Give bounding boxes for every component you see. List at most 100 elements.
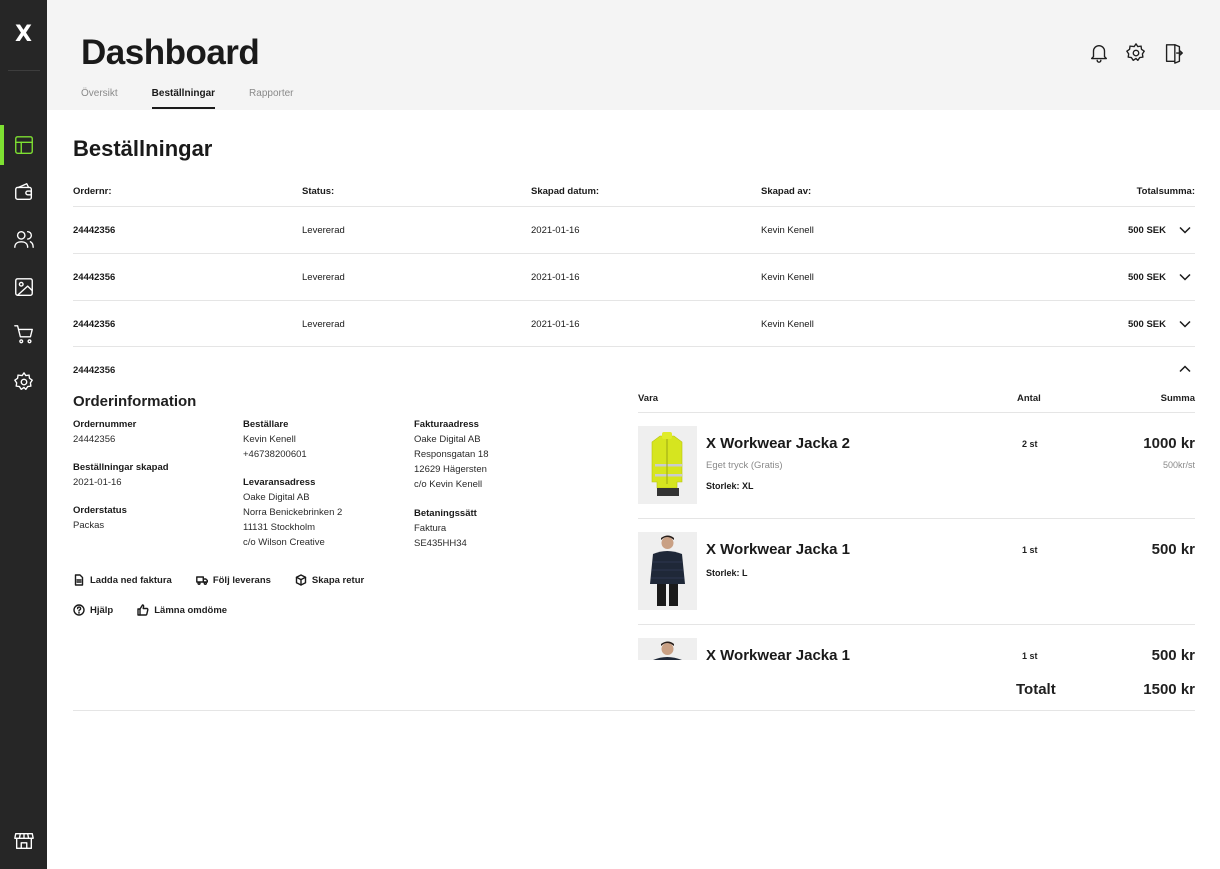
notifications-button[interactable] <box>1088 42 1110 64</box>
order-total: 500 SEK <box>1127 272 1166 283</box>
order-actions-row-1: Ladda ned faktura Följ leverans Skapa re… <box>73 574 388 586</box>
image-icon <box>14 278 33 296</box>
tab-rapporter[interactable]: Rapporter <box>249 88 293 109</box>
order-date: 2021-01-16 <box>531 272 580 283</box>
product-image <box>638 638 697 660</box>
table-row[interactable]: 24442356 Levererad 2021-01-16 Kevin Kene… <box>73 253 1195 300</box>
order-created-by: Kevin Kenell <box>761 319 814 330</box>
col-created-by: Skapad av: <box>761 186 812 197</box>
product-name: X Workwear Jacka 1 <box>706 541 850 558</box>
total-label: Totalt <box>1016 681 1056 698</box>
sidebar-item-store[interactable] <box>0 821 47 861</box>
info-value: 2021-01-16 <box>73 477 122 488</box>
orders-table-header: Ordernr: Status: Skapad datum: Skapad av… <box>73 186 1195 206</box>
col-date: Skapad datum: <box>531 186 600 197</box>
settings-button[interactable] <box>1125 42 1147 64</box>
info-value: Kevin Kenell <box>243 434 296 445</box>
logout-icon <box>1165 44 1183 64</box>
sidebar-item-cart[interactable] <box>0 314 47 354</box>
sidebar-item-dashboard[interactable] <box>0 125 47 165</box>
info-label: Levaransadress <box>243 477 316 488</box>
product-image <box>638 426 697 504</box>
info-value: c/o Wilson Creative <box>243 537 325 548</box>
order-date: 2021-01-16 <box>531 319 580 330</box>
order-actions-row-2: Hjälp Lämna omdöme <box>73 604 251 616</box>
info-value: 12629 Hägersten <box>414 464 487 475</box>
total-value: 1500 kr <box>1143 681 1195 698</box>
product-row: X Workwear Jacka 2 Eget tryck (Gratis) S… <box>638 413 1195 519</box>
header: Dashboard Översikt Beställningar Rapport… <box>47 0 1220 110</box>
track-delivery-button[interactable]: Följ leverans <box>195 574 271 586</box>
chevron-down-icon[interactable] <box>1178 270 1192 284</box>
product-image <box>638 532 697 610</box>
sidebar-item-users[interactable] <box>0 219 47 259</box>
info-label: Betaningssätt <box>414 508 477 519</box>
info-label: Beställare <box>243 419 289 430</box>
settings-icon <box>13 372 33 391</box>
sidebar-item-media[interactable] <box>0 267 47 307</box>
info-leverans: Levaransadress Oake Digital AB Norra Ben… <box>243 475 342 550</box>
cart-icon <box>13 325 33 344</box>
leave-review-button[interactable]: Lämna omdöme <box>137 604 227 616</box>
info-label: Ordernummer <box>73 419 137 430</box>
logout-button[interactable] <box>1162 42 1184 64</box>
order-status: Levererad <box>302 225 345 236</box>
order-status: Levererad <box>302 319 345 330</box>
sidebar-item-settings[interactable] <box>0 362 47 402</box>
products-col-item: Vara <box>638 393 659 404</box>
info-value: +46738200601 <box>243 449 307 460</box>
order-date: 2021-01-16 <box>531 225 580 236</box>
thumbs-up-icon <box>137 604 149 616</box>
order-created-by: Kevin Kenell <box>761 272 814 283</box>
expanded-order: 24442356 Orderinformation Ordernummer 24… <box>73 346 1195 711</box>
info-label: Fakturaadress <box>414 419 479 430</box>
truck-icon <box>195 576 208 586</box>
product-size: Storlek: XL <box>706 481 754 491</box>
chevron-up-icon[interactable] <box>1178 362 1192 376</box>
sidebar-item-wallet[interactable] <box>0 172 47 212</box>
chevron-down-icon[interactable] <box>1178 317 1192 331</box>
order-number: 24442356 <box>73 225 116 236</box>
product-unit-price: 500kr/st <box>1162 460 1195 470</box>
info-value: Oake Digital AB <box>414 434 481 445</box>
table-row[interactable]: 24442356 Levererad 2021-01-16 Kevin Kene… <box>73 206 1195 253</box>
product-row: X Workwear Jacka 1 Storlek: L 1 st 500 k… <box>638 519 1195 625</box>
info-faktura: Fakturaadress Oake Digital AB Responsgat… <box>414 417 488 492</box>
help-button[interactable]: Hjälp <box>73 604 113 616</box>
product-sum: 500 kr <box>1151 541 1195 558</box>
info-value: Responsgatan 18 <box>414 449 489 460</box>
col-ordernr: Ordernr: <box>73 186 112 197</box>
header-actions <box>1073 42 1184 64</box>
order-total: 500 SEK <box>1127 319 1166 330</box>
tab-bestallningar[interactable]: Beställningar <box>151 88 216 109</box>
product-qty: 1 st <box>1022 651 1038 661</box>
product-name: X Workwear Jacka 2 <box>706 435 850 452</box>
download-invoice-button[interactable]: Ladda ned faktura <box>73 574 172 586</box>
action-label: Ladda ned faktura <box>90 574 172 586</box>
info-value: 11131 Stockholm <box>243 522 315 533</box>
create-return-button[interactable]: Skapa retur <box>295 574 364 586</box>
section-title: Beställningar <box>73 136 213 161</box>
bell-icon <box>1090 45 1108 63</box>
product-qty: 1 st <box>1022 545 1038 555</box>
info-label: Orderstatus <box>73 505 127 516</box>
product-sum: 1000 kr <box>1143 435 1195 452</box>
chevron-down-icon[interactable] <box>1178 223 1192 237</box>
product-name: X Workwear Jacka 1 <box>706 647 850 664</box>
info-bestallare: Beställare Kevin Kenell +46738200601 <box>243 417 307 462</box>
store-icon <box>13 832 34 850</box>
info-label: Beställningar skapad <box>73 462 169 473</box>
info-value: SE435HH34 <box>414 538 467 549</box>
order-number: 24442356 <box>73 272 116 283</box>
table-row[interactable]: 24442356 Levererad 2021-01-16 Kevin Kene… <box>73 300 1195 347</box>
info-value: Packas <box>73 520 105 531</box>
product-row: X Workwear Jacka 1 1 st 500 kr <box>638 625 1195 665</box>
tab-oversikt[interactable]: Översikt <box>81 88 118 109</box>
product-qty: 2 st <box>1022 439 1038 449</box>
order-number: 24442356 <box>73 319 116 330</box>
divider <box>8 70 40 71</box>
expanded-order-number: 24442356 <box>73 365 116 376</box>
product-sum: 500 kr <box>1151 647 1195 664</box>
info-value: Oake Digital AB <box>243 492 310 503</box>
info-value: c/o Kevin Kenell <box>414 479 483 490</box>
